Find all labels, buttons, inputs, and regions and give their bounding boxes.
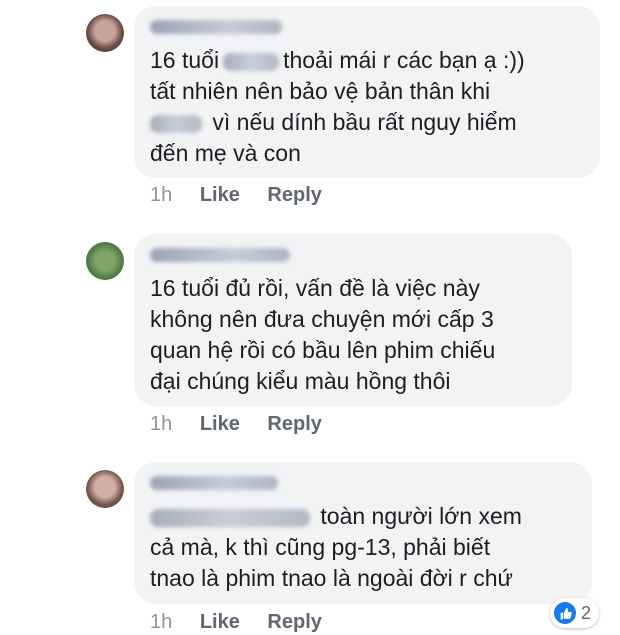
comment-text: 16 tuổi đủ rồi, vấn đề là việc này không… xyxy=(150,275,496,394)
commenter-name-blurred[interactable] xyxy=(150,248,290,262)
avatar[interactable] xyxy=(86,14,124,52)
reaction-count[interactable]: 2 xyxy=(550,598,600,628)
comment-time: 1h xyxy=(150,611,173,633)
reply-button[interactable]: Reply xyxy=(267,611,321,633)
blurred-word xyxy=(223,52,280,71)
thumbs-up-icon xyxy=(554,602,576,624)
comment-bubble: 16 tuổi đủ rồi, vấn đề là việc này không… xyxy=(134,234,572,406)
reply-button[interactable]: Reply xyxy=(267,184,321,206)
avatar[interactable] xyxy=(86,242,124,280)
comment-text: toàn người lớn xem cả mà, k thì cũng pg-… xyxy=(150,503,522,591)
comment-actions: 1h Like Reply xyxy=(150,184,344,207)
comment-bubble: 16 tuổi thoải mái r các bạn ạ :)) tất nhi… xyxy=(134,6,600,178)
avatar[interactable] xyxy=(86,470,124,508)
comment-time: 1h xyxy=(150,184,173,206)
comment-time: 1h xyxy=(150,413,173,435)
like-button[interactable]: Like xyxy=(200,611,240,633)
commenter-name-blurred[interactable] xyxy=(150,476,278,490)
blurred-word xyxy=(150,114,202,133)
comment-text: 16 tuổi thoải mái r các bạn ạ :)) tất nhi… xyxy=(150,47,525,166)
like-button[interactable]: Like xyxy=(200,184,240,206)
reply-button[interactable]: Reply xyxy=(267,413,321,435)
comment-actions: 1h Like Reply xyxy=(150,611,344,634)
like-button[interactable]: Like xyxy=(200,413,240,435)
reaction-number: 2 xyxy=(581,602,592,623)
blurred-tagged-name[interactable] xyxy=(150,508,310,527)
comment-actions: 1h Like Reply xyxy=(150,413,344,436)
commenter-name-blurred[interactable] xyxy=(150,20,282,34)
comment-bubble: toàn người lớn xem cả mà, k thì cũng pg-… xyxy=(134,462,592,604)
